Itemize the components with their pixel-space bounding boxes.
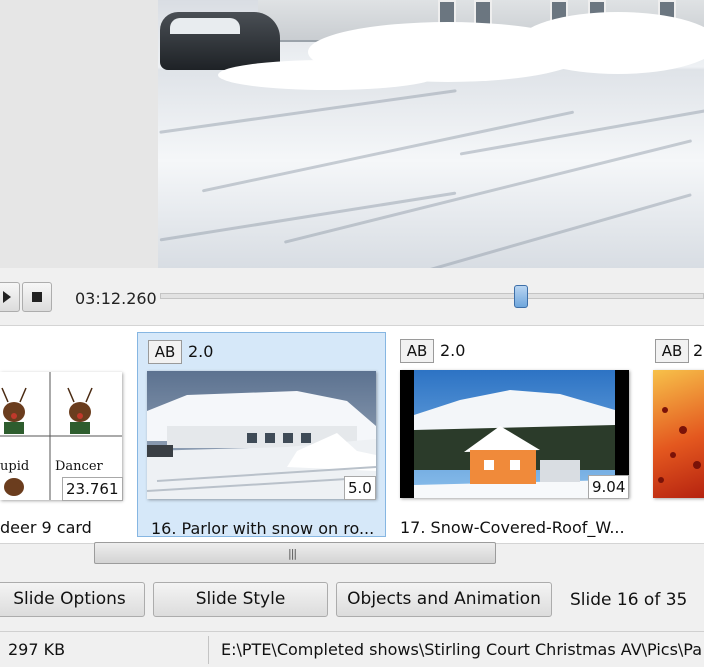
preview-car xyxy=(160,12,280,70)
timeline-slider-thumb[interactable] xyxy=(514,285,528,308)
slide-duration: 5.0 xyxy=(344,476,376,500)
status-separator xyxy=(208,636,209,664)
slide-caption: 16. Parlor with snow on ro... xyxy=(151,519,375,538)
play-button[interactable] xyxy=(0,282,20,312)
transition-duration: 2 xyxy=(693,341,704,360)
scrollbar-grip-icon: ||| xyxy=(288,547,297,560)
slide-item-selected[interactable]: AB 2.0 5.0 16. Parlor with snow on ro... xyxy=(137,332,386,538)
slide-caption: 17. Snow-Covered-Roof_W... xyxy=(400,518,625,537)
reindeer-name-right: Dancer xyxy=(55,459,103,474)
playback-time: 03:12.260 xyxy=(75,289,157,308)
slide-thumbnail xyxy=(653,370,704,498)
slide-options-button[interactable]: Slide Options xyxy=(0,582,145,617)
transition-ab-icon[interactable]: AB xyxy=(400,339,434,363)
slide-item[interactable]: AB 2 xyxy=(645,332,704,537)
reindeer-name-left: upid xyxy=(0,459,30,474)
objects-animation-button[interactable]: Objects and Animation xyxy=(336,582,552,617)
slide-preview xyxy=(158,0,704,268)
slide-count: Slide 16 of 35 xyxy=(570,590,688,610)
timeline-slider-track[interactable] xyxy=(160,293,704,299)
preview-side-panel xyxy=(0,0,158,268)
transition-ab-icon[interactable]: AB xyxy=(148,340,182,364)
transition-ab-icon[interactable]: AB xyxy=(655,339,689,363)
slide-style-button[interactable]: Slide Style xyxy=(153,582,328,617)
slide-duration: 23.761 xyxy=(62,477,123,501)
slide-item[interactable]: AB 2.0 9.04 17. Snow-Covered-Roof_W... xyxy=(390,332,640,537)
file-size: 297 KB xyxy=(8,640,66,659)
stop-icon xyxy=(32,292,42,302)
slide-duration: 9.04 xyxy=(588,475,630,499)
slide-caption: deer 9 card xyxy=(0,518,92,537)
slide-list-scrollbar[interactable]: ||| xyxy=(94,542,496,564)
slide-list[interactable]: upid Dancer 23.761 deer 9 card AB 2.0 5.… xyxy=(0,325,704,544)
slide-item[interactable]: upid Dancer 23.761 deer 9 card xyxy=(0,332,130,537)
transition-duration: 2.0 xyxy=(440,341,466,360)
transition-duration: 2.0 xyxy=(188,342,214,361)
slide-thumbnail xyxy=(147,371,376,499)
play-icon xyxy=(3,291,11,303)
stop-button[interactable] xyxy=(22,282,52,312)
file-path: E:\PTE\Completed shows\Stirling Court Ch… xyxy=(221,640,703,659)
